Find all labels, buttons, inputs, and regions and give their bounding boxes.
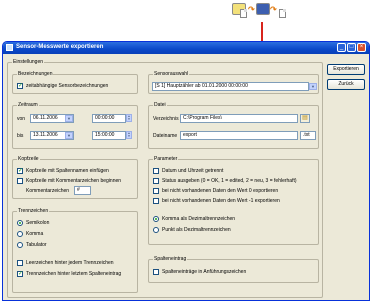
- document-icon: [240, 9, 247, 18]
- orange-arrow-icon: ↷: [248, 5, 255, 14]
- to-time-field[interactable]: 15:00:00: [92, 131, 126, 140]
- document-icon: [279, 9, 286, 18]
- semicolon-radio[interactable]: [17, 220, 23, 226]
- export-dialog: Sensor-Messwerte exportieren _ □ × Einst…: [2, 41, 370, 301]
- filename-field[interactable]: export: [180, 131, 298, 140]
- from-label: von: [17, 116, 26, 122]
- comma-label: Komma: [26, 231, 44, 237]
- to-time-spinner[interactable]: ▲ ▼: [126, 131, 132, 139]
- decimal-point-radio[interactable]: [153, 227, 159, 233]
- sensorauswahl-group: Sensorauswahl [S 1] Hauptzähler ab 01.01…: [148, 71, 319, 94]
- zeitraum-label: Zeitraum: [17, 102, 39, 108]
- folder-browse-icon[interactable]: ▤: [300, 114, 310, 123]
- kopfzeile-group: Kopfzeile Kopfzeile mit Spaltennamen ein…: [12, 156, 138, 199]
- space-after-separator-checkbox[interactable]: [17, 260, 23, 266]
- bezeichnungen-label: Bezeichnungen: [17, 71, 54, 77]
- space-after-separator-label: Leerzeichen hinter jedem Trennzeichen: [26, 260, 114, 266]
- directory-label: Verzeichnis: [153, 116, 179, 122]
- comment-char-field[interactable]: #: [74, 186, 91, 195]
- from-time-field[interactable]: 00:00:00: [92, 114, 126, 123]
- spalteneintrag-label: Spalteneintrag: [153, 256, 188, 262]
- missing-minus-one-checkbox[interactable]: [153, 198, 159, 204]
- quote-entries-checkbox[interactable]: [153, 269, 159, 275]
- sensor-select[interactable]: [S 1] Hauptzähler ab 01.01.2000 00:00:00: [152, 82, 309, 91]
- kopfzeile-label: Kopfzeile: [17, 156, 40, 162]
- status-output-checkbox[interactable]: [153, 178, 159, 184]
- from-date-dropdown[interactable]: ▼: [65, 115, 73, 122]
- header-columns-checkbox[interactable]: [17, 167, 23, 174]
- decimal-comma-radio[interactable]: [153, 216, 159, 222]
- separator-after-last-checkbox[interactable]: [17, 270, 23, 277]
- settings-group: Einstellungen Bezeichnungen zeitabhängig…: [7, 59, 323, 298]
- close-button[interactable]: ×: [357, 43, 366, 52]
- minimize-button[interactable]: _: [337, 43, 346, 52]
- title-bar[interactable]: Sensor-Messwerte exportieren _ □ ×: [3, 42, 369, 54]
- time-dependent-names-checkbox[interactable]: [17, 82, 23, 89]
- from-time-spinner[interactable]: ▲ ▼: [126, 114, 132, 122]
- missing-zero-label: bei nicht vorhandenen Daten den Wert 0 e…: [162, 188, 279, 194]
- to-label: bis: [17, 133, 24, 139]
- header-comment-checkbox[interactable]: [17, 178, 23, 184]
- spalteneintrag-group: Spalteneintrag Spalteneinträge in Anführ…: [148, 256, 319, 283]
- datei-group: Datei Verzeichnis C:\Program Files\ ▤ Da…: [148, 102, 319, 149]
- decimal-point-label: Punkt als Dezimaltrennzeichen: [162, 227, 231, 233]
- sensor-select-dropdown[interactable]: ▼: [309, 83, 317, 90]
- datei-label: Datei: [153, 102, 167, 108]
- semicolon-label: Semikolon: [26, 220, 50, 226]
- separator-after-last-label: Trennzeichen hinter letztem Spalteneintr…: [26, 271, 122, 277]
- orange-arrow-icon: ↷: [270, 5, 277, 14]
- directory-field[interactable]: C:\Program Files\: [180, 114, 298, 123]
- date-time-separate-checkbox[interactable]: [153, 168, 159, 174]
- decimal-comma-label: Komma als Dezimaltrennzeichen: [162, 216, 236, 222]
- comma-radio[interactable]: [17, 231, 23, 237]
- time-dependent-names-label: zeitabhängige Sensorbezeichnungen: [26, 83, 109, 89]
- filename-label: Dateiname: [153, 133, 178, 139]
- comment-char-label: Kommentarzeichen: [26, 188, 70, 194]
- parameter-label: Parameter: [153, 156, 179, 162]
- back-button[interactable]: Zurück: [327, 79, 365, 90]
- export-app-icon: [256, 3, 270, 15]
- window-title: Sensor-Messwerte exportieren: [16, 44, 104, 50]
- header-comment-label: Kopfzeile mit Kommentarzeichen beginnen: [26, 178, 122, 184]
- date-time-separate-label: Datum und Uhrzeit getrennt: [162, 168, 224, 174]
- sensorauswahl-label: Sensorauswahl: [153, 71, 190, 77]
- trennzeichen-label: Trennzeichen: [17, 208, 50, 214]
- extension-field[interactable]: .txt: [300, 131, 316, 140]
- maximize-button[interactable]: □: [347, 43, 356, 52]
- status-output-label: Status ausgeben (0 = OK, 1 = edited, 2 =…: [162, 178, 297, 184]
- header-columns-label: Kopfzeile mit Spaltennamen einfügen: [26, 168, 109, 174]
- bezeichnungen-group: Bezeichnungen zeitabhängige Sensorbezeic…: [12, 71, 138, 94]
- missing-zero-checkbox[interactable]: [153, 188, 159, 194]
- missing-minus-one-label: bei nicht vorhandenen Daten den Wert -1 …: [162, 198, 280, 204]
- export-button[interactable]: Exportieren: [327, 64, 365, 75]
- parameter-group: Parameter Datum und Uhrzeit getrennt Sta…: [148, 156, 319, 245]
- quote-entries-label: Spalteneinträge in Anführungszeichen: [162, 269, 247, 275]
- trennzeichen-group: Trennzeichen Semikolon Komma Tabulator L…: [12, 208, 138, 293]
- tab-label: Tabulator: [26, 242, 47, 248]
- zeitraum-group: Zeitraum von 06.11.2006 ▼ 00:00:00 ▲ ▼ bi…: [12, 102, 138, 149]
- window-icon: [6, 44, 13, 51]
- tab-radio[interactable]: [17, 242, 23, 248]
- to-date-dropdown[interactable]: ▼: [65, 132, 73, 139]
- settings-label: Einstellungen: [12, 59, 45, 65]
